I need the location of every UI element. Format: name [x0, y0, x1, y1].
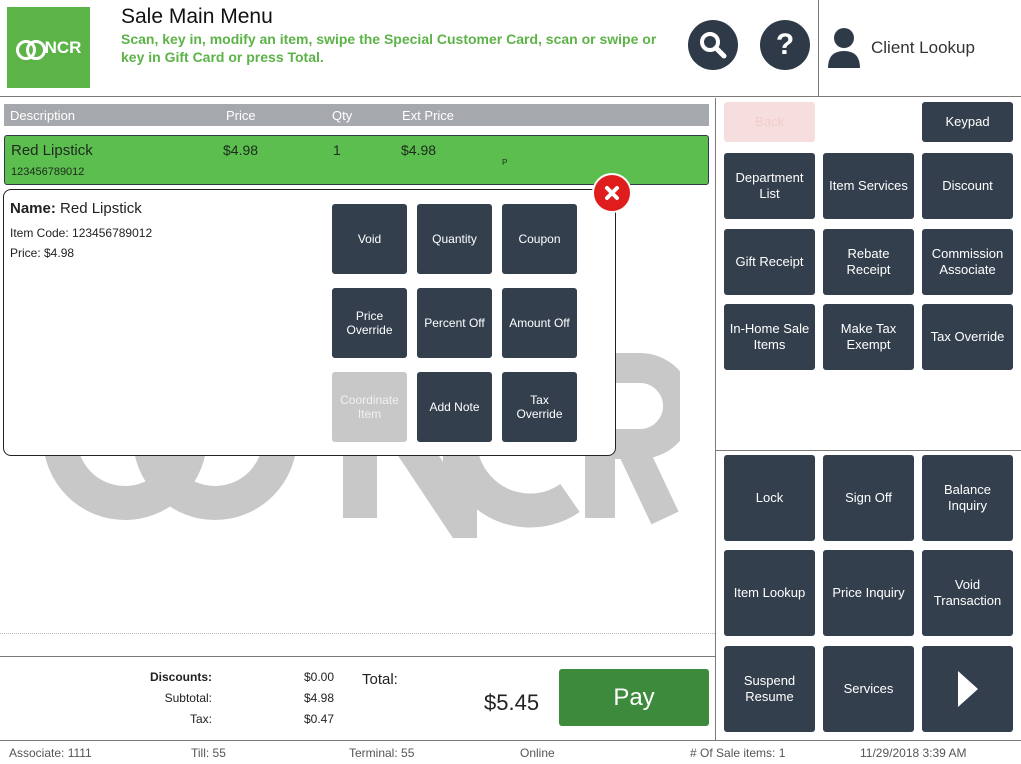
commission-associate-button[interactable]: Commission Associate: [922, 229, 1013, 295]
status-online: Online: [520, 746, 555, 760]
make-tax-exempt-button[interactable]: Make Tax Exempt: [823, 304, 914, 370]
in-home-sale-items-button[interactable]: In-Home Sale Items: [724, 304, 815, 370]
department-list-button[interactable]: Department List: [724, 153, 815, 219]
subtotal-label: Subtotal:: [164, 691, 212, 705]
chevron-right-icon: [957, 671, 978, 707]
tax-value: $0.47: [304, 712, 335, 726]
popup-name-label: Name:: [10, 200, 56, 217]
gift-receipt-button[interactable]: Gift Receipt: [724, 229, 815, 295]
back-button: Back: [724, 102, 815, 142]
status-associate: Associate: 1111: [9, 746, 92, 760]
status-sale-items: # Of Sale items: 1: [690, 746, 786, 760]
ncr-logo: NCR: [7, 7, 90, 88]
instruction-text: Scan, key in, modify an item, swipe the …: [121, 31, 657, 65]
status-terminal: Terminal: 55: [349, 746, 415, 760]
item-services-button[interactable]: Item Services: [823, 153, 914, 219]
percent-off-button[interactable]: Percent Off: [417, 288, 492, 358]
row-description: Red Lipstick: [11, 142, 93, 159]
column-description: Description: [10, 108, 76, 123]
price-override-button[interactable]: Price Override: [332, 288, 407, 358]
total-label: Total:: [362, 671, 398, 688]
subtotal-value: $4.98: [304, 691, 335, 705]
next-page-button[interactable]: [922, 646, 1013, 732]
item-tax-override-button[interactable]: Tax Override: [502, 372, 577, 442]
row-price: $4.98: [223, 142, 259, 158]
row-flag: P: [502, 158, 508, 167]
client-lookup-button[interactable]: Client Lookup: [818, 0, 1021, 96]
pay-button[interactable]: Pay: [559, 669, 709, 726]
coupon-button[interactable]: Coupon: [502, 204, 577, 274]
status-bar: Associate: 1111 Till: 55 Terminal: 55 On…: [0, 740, 1021, 764]
balance-inquiry-button[interactable]: Balance Inquiry: [922, 455, 1013, 541]
services-button[interactable]: Services: [823, 646, 914, 732]
void-button[interactable]: Void: [332, 204, 407, 274]
client-lookup-label: Client Lookup: [871, 38, 975, 57]
help-icon: ?: [775, 28, 795, 61]
row-qty: 1: [333, 142, 341, 158]
row-ext-price: $4.98: [401, 142, 437, 158]
coordinate-item-button: Coordinate Item: [332, 372, 407, 442]
transaction-area: Description Price Qty Ext Price Red Lips…: [0, 98, 715, 740]
discounts-label: Discounts:: [149, 670, 212, 684]
keypad-button[interactable]: Keypad: [922, 102, 1013, 142]
close-icon: [605, 186, 619, 200]
sign-off-button[interactable]: Sign Off: [823, 455, 914, 541]
close-popup-button[interactable]: [592, 173, 632, 213]
total-value: $5.45: [484, 690, 540, 715]
column-price: Price: [226, 108, 256, 123]
header-bar: NCR Sale Main Menu Scan, key in, modify …: [0, 0, 1021, 97]
search-icon: [700, 32, 727, 59]
help-button[interactable]: ?: [760, 20, 810, 70]
popup-item-code: Item Code: 123456789012: [10, 226, 153, 240]
price-inquiry-button[interactable]: Price Inquiry: [823, 550, 914, 636]
add-note-button[interactable]: Add Note: [417, 372, 492, 442]
lock-button[interactable]: Lock: [724, 455, 815, 541]
item-table-header: Description Price Qty Ext Price: [4, 104, 709, 126]
item-lookup-button[interactable]: Item Lookup: [724, 550, 815, 636]
tax-override-button[interactable]: Tax Override: [922, 304, 1013, 370]
discount-button[interactable]: Discount: [922, 153, 1013, 219]
page-title: Sale Main Menu: [121, 5, 273, 28]
divider: [0, 633, 715, 634]
popup-item-name: Name: Red Lipstick: [10, 200, 142, 217]
search-button[interactable]: [688, 20, 738, 70]
suspend-resume-button[interactable]: Suspend Resume: [724, 646, 815, 732]
tax-label: Tax:: [189, 712, 212, 726]
ncr-logo-icon: [15, 39, 46, 60]
void-transaction-button[interactable]: Void Transaction: [922, 550, 1013, 636]
row-item-code: 123456789012: [11, 166, 85, 178]
user-icon: [828, 28, 860, 68]
totals-section: Discounts: $0.00 Subtotal: $4.98 Tax: $0…: [0, 656, 715, 740]
item-options-popup: Name: Red Lipstick Item Code: 1234567890…: [3, 189, 616, 456]
status-datetime: 11/29/2018 3:39 AM: [860, 746, 967, 760]
status-till: Till: 55: [191, 746, 226, 760]
popup-item-price: Price: $4.98: [10, 246, 75, 260]
popup-name-value: Red Lipstick: [60, 200, 142, 217]
panel-divider: [716, 450, 1021, 451]
function-panel: Back Keypad Department List Item Service…: [715, 98, 1021, 740]
column-qty: Qty: [332, 108, 353, 123]
quantity-button[interactable]: Quantity: [417, 204, 492, 274]
discounts-value: $0.00: [304, 670, 335, 684]
rebate-receipt-button[interactable]: Rebate Receipt: [823, 229, 914, 295]
logo-text: NCR: [44, 37, 82, 57]
column-ext-price: Ext Price: [402, 108, 455, 123]
amount-off-button[interactable]: Amount Off: [502, 288, 577, 358]
